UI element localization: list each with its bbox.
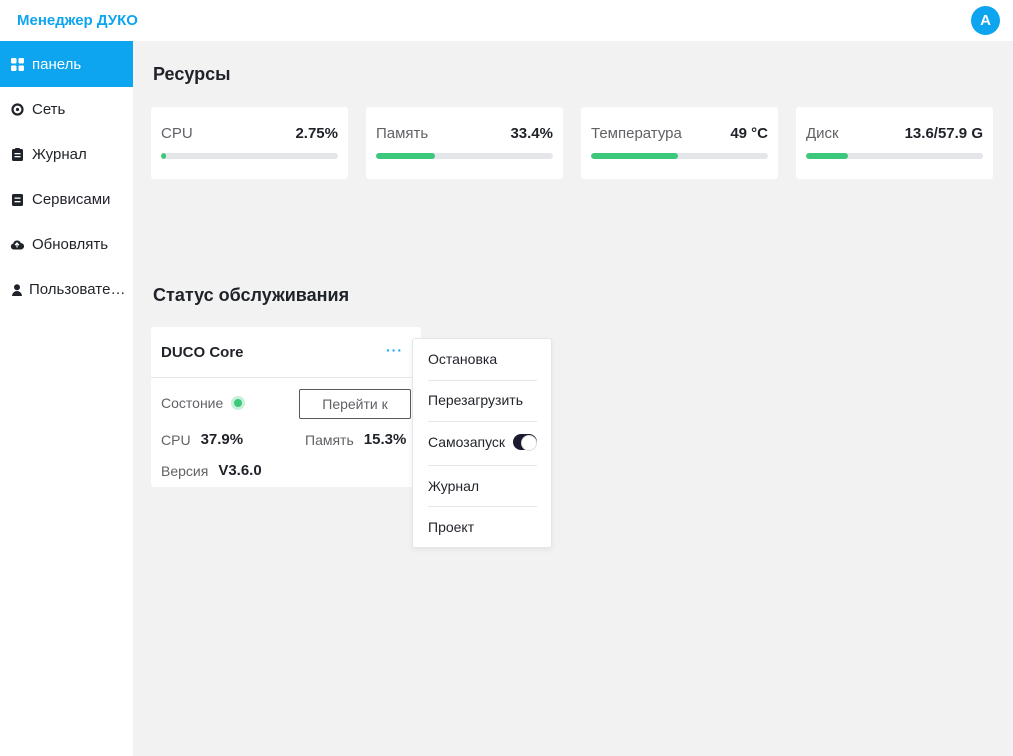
dashboard-icon bbox=[10, 57, 24, 71]
sidebar-item-update[interactable]: Обновлять bbox=[0, 222, 133, 267]
menu-item-log[interactable]: Журнал bbox=[428, 478, 537, 494]
menu-item-restart[interactable]: Перезагрузить bbox=[428, 392, 537, 408]
resource-progress-bar bbox=[806, 153, 983, 159]
menu-divider bbox=[428, 380, 537, 381]
menu-item-project[interactable]: Проект bbox=[428, 519, 537, 535]
service-version-label: Версия bbox=[161, 462, 209, 479]
resources-title: Ресурсы bbox=[153, 64, 231, 84]
sidebar-item-label: Сеть bbox=[32, 101, 66, 118]
service-name: DUCO Core bbox=[161, 343, 244, 361]
more-icon[interactable]: ··· bbox=[386, 342, 403, 358]
network-icon bbox=[10, 103, 24, 117]
menu-item-stop[interactable]: Остановка bbox=[428, 351, 537, 367]
resource-name: CPU bbox=[161, 124, 193, 142]
resource-card-cpu: CPU 2.75% bbox=[151, 107, 348, 179]
resource-card-memory: Память 33.4% bbox=[366, 107, 563, 179]
service-version-value: V3.6.0 bbox=[218, 462, 262, 479]
resource-value: 2.75% bbox=[295, 124, 338, 142]
resource-value: 49 °C bbox=[730, 124, 768, 142]
sidebar-item-log[interactable]: Журнал bbox=[0, 132, 133, 177]
service-state-label: Состоние bbox=[161, 395, 224, 411]
cloud-icon bbox=[10, 238, 24, 252]
autostart-toggle[interactable] bbox=[513, 434, 537, 451]
menu-divider bbox=[428, 421, 537, 422]
app-header: Менеджер ДУКО A bbox=[0, 0, 1013, 41]
service-card: DUCO Core ··· Состоние Перейти к CPU 37.… bbox=[151, 327, 421, 487]
sidebar-item-users[interactable]: Пользоватe… bbox=[0, 267, 133, 312]
service-card-header: DUCO Core ··· bbox=[151, 327, 421, 378]
sidebar-item-label: панель bbox=[32, 55, 82, 73]
resource-progress-fill bbox=[806, 153, 848, 159]
resource-card-disk: Диск 13.6/57.9 G bbox=[796, 107, 993, 179]
service-version-row: Версия V3.6.0 bbox=[161, 462, 262, 479]
menu-divider bbox=[428, 465, 537, 466]
service-actions-menu: Остановка Перезагрузить Самозапуск Журна… bbox=[412, 338, 552, 548]
resource-name: Диск bbox=[806, 124, 839, 142]
goto-button[interactable]: Перейти к bbox=[299, 389, 411, 419]
resource-progress-bar bbox=[376, 153, 553, 159]
status-running-icon bbox=[231, 396, 246, 410]
resource-progress-bar bbox=[591, 153, 768, 159]
sidebar-item-network[interactable]: Сеть bbox=[0, 87, 133, 132]
resource-value: 33.4% bbox=[510, 124, 553, 142]
app-title: Менеджер ДУКО bbox=[17, 12, 138, 29]
menu-item-autostart[interactable]: Самозапуск bbox=[428, 434, 537, 451]
sidebar-item-services[interactable]: Сервисами bbox=[0, 177, 133, 222]
menu-divider bbox=[428, 506, 537, 507]
menu-item-autostart-label: Самозапуск bbox=[428, 434, 506, 450]
avatar[interactable]: A bbox=[971, 6, 1000, 35]
service-memory-value: 15.3% bbox=[363, 431, 407, 448]
service-status-title: Статус обслуживания bbox=[153, 285, 350, 305]
resource-name: Память bbox=[376, 124, 429, 142]
sidebar-item-label: Сервисами bbox=[32, 191, 111, 208]
sidebar: панель Сеть Журнал Сервисами Обновлять П… bbox=[0, 41, 133, 756]
service-memory-row: Память 15.3% bbox=[305, 431, 406, 448]
user-icon bbox=[10, 283, 24, 297]
resource-value: 13.6/57.9 G bbox=[904, 124, 983, 142]
sidebar-item-dashboard[interactable]: панель bbox=[0, 41, 133, 87]
log-icon bbox=[10, 148, 24, 162]
sidebar-item-label: Журнал bbox=[32, 146, 87, 163]
services-icon bbox=[10, 193, 24, 207]
resource-name: Температура bbox=[591, 124, 682, 142]
service-cpu-value: 37.9% bbox=[200, 431, 244, 448]
sidebar-item-label: Обновлять bbox=[32, 236, 109, 253]
service-cpu-label: CPU bbox=[161, 431, 191, 448]
sidebar-item-label: Пользоватe… bbox=[29, 281, 126, 298]
resource-progress-bar bbox=[161, 153, 338, 159]
resource-progress-fill bbox=[161, 153, 166, 159]
resource-progress-fill bbox=[376, 153, 436, 159]
service-cpu-row: CPU 37.9% bbox=[161, 431, 243, 448]
resource-progress-fill bbox=[591, 153, 678, 159]
service-memory-label: Память bbox=[305, 431, 354, 448]
resource-card-temperature: Температура 49 °C bbox=[581, 107, 778, 179]
service-state-row: Состоние bbox=[161, 395, 246, 411]
